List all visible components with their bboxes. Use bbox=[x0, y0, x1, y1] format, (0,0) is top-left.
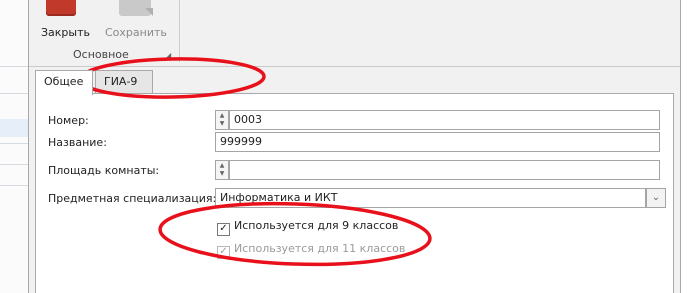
area-input[interactable] bbox=[229, 160, 660, 180]
number-label: Номер: bbox=[48, 114, 89, 127]
tab-general[interactable]: Общее bbox=[35, 70, 93, 95]
close-button[interactable]: Закрыть bbox=[41, 0, 90, 39]
background-row-divider bbox=[0, 93, 28, 94]
background-row-divider bbox=[0, 66, 28, 67]
save-button-label: Сохранить bbox=[105, 26, 167, 39]
tab-gia9-label: ГИА-9 bbox=[104, 75, 138, 88]
name-label: Название: bbox=[48, 136, 107, 149]
ribbon-group-label: Основное bbox=[73, 48, 129, 61]
background-row-divider bbox=[0, 164, 28, 165]
background-selected-row[interactable] bbox=[0, 119, 28, 137]
specialization-select[interactable]: Информатика и ИКТ bbox=[215, 188, 646, 208]
background-list bbox=[0, 0, 28, 293]
group-expand-icon[interactable]: ◢ bbox=[165, 51, 171, 60]
checkbox-9-classes[interactable]: ✓ Используется для 9 классов bbox=[217, 219, 398, 236]
save-button[interactable]: Сохранить bbox=[105, 0, 167, 39]
checkbox-11-box[interactable]: ✓ bbox=[217, 246, 230, 259]
area-spinner[interactable]: ▲ ▼ bbox=[215, 160, 229, 180]
checkbox-9-box[interactable]: ✓ bbox=[217, 223, 230, 236]
ribbon-separator bbox=[179, 0, 180, 62]
name-input[interactable]: 999999 bbox=[215, 132, 660, 152]
background-row-divider bbox=[0, 143, 28, 144]
general-tab-panel: Номер: ▲ ▼ 0003 Название: 999999 Площадь … bbox=[35, 93, 674, 293]
room-edit-dialog: Закрыть Сохранить Основное ◢ Общее ГИА-9… bbox=[28, 0, 681, 293]
tab-general-label: Общее bbox=[44, 75, 84, 88]
chevron-down-icon[interactable]: ⌄ bbox=[646, 188, 666, 208]
number-spinner[interactable]: ▲ ▼ bbox=[215, 110, 229, 130]
ribbon: Закрыть Сохранить Основное ◢ bbox=[29, 0, 680, 67]
number-input[interactable]: 0003 bbox=[229, 110, 660, 130]
tab-gia9[interactable]: ГИА-9 bbox=[95, 70, 153, 94]
checkbox-11-label: Используется для 11 классов bbox=[234, 242, 406, 255]
close-button-label: Закрыть bbox=[41, 26, 90, 39]
close-icon bbox=[46, 0, 76, 16]
checkbox-9-label: Используется для 9 классов bbox=[234, 219, 399, 232]
checkbox-11-classes[interactable]: ✓ Используется для 11 классов bbox=[217, 242, 405, 259]
save-icon bbox=[119, 0, 153, 16]
specialization-label: Предметная специализация: bbox=[48, 192, 217, 205]
background-row-divider bbox=[0, 185, 28, 186]
area-label: Площадь комнаты: bbox=[48, 164, 160, 177]
